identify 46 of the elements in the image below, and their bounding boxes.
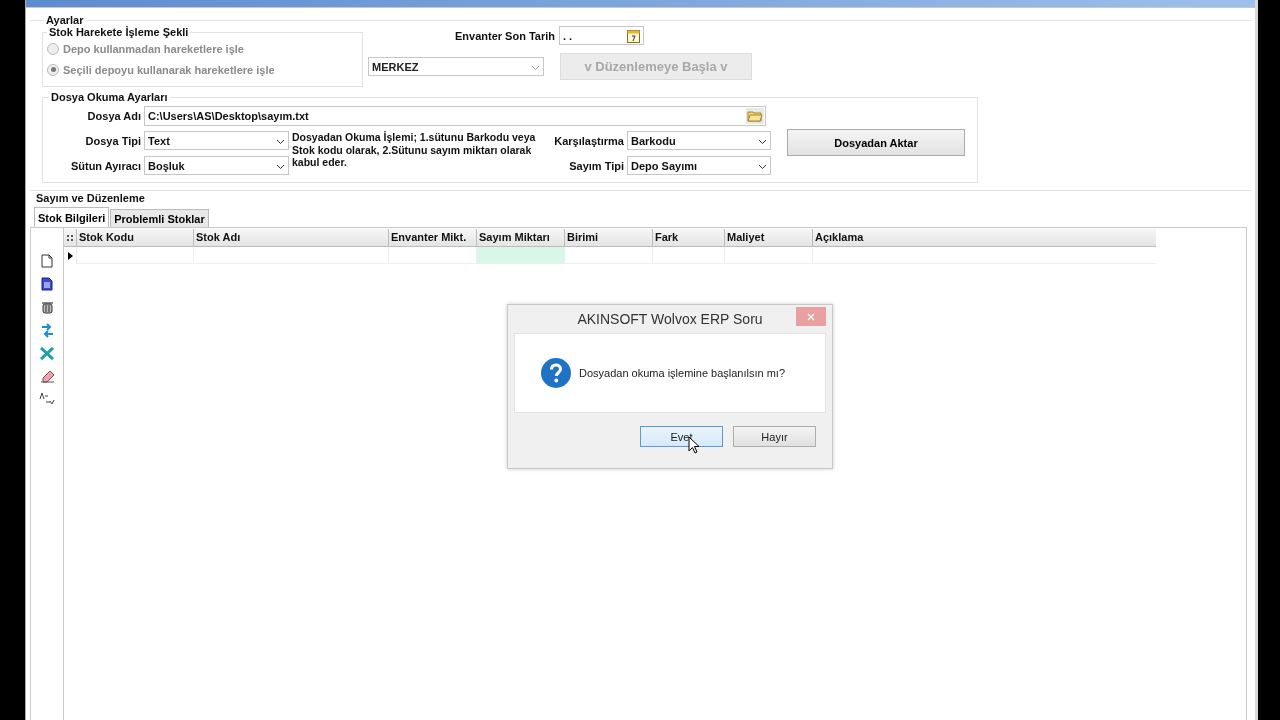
- dialog-button[interactable]: Hayır: [733, 426, 816, 447]
- info-text: Dosyadan Okuma İşlemi; 1.sütunu Barkodu veya Stok kodu olarak, 2.Sütunu sayım miktarı olarak kabul eder.: [292, 131, 537, 169]
- column-header[interactable]: Sayım Miktarı: [476, 229, 564, 246]
- tab[interactable]: Problemli Stoklar: [110, 209, 209, 227]
- dialog-message: Dosyadan okuma işlemine başlanılsın mı?: [579, 367, 786, 379]
- cross-icon[interactable]: [40, 347, 54, 360]
- file-type-select[interactable]: Text: [144, 131, 289, 150]
- section-title: Ayarlar: [45, 14, 85, 26]
- swap-arrows-icon[interactable]: [40, 323, 54, 338]
- date-field[interactable]: . .: [559, 26, 644, 45]
- column-header[interactable]: Açıklama: [812, 229, 1156, 246]
- trash-icon[interactable]: [40, 300, 54, 314]
- field-label: Envanter Son Tarih: [454, 29, 555, 42]
- caret-icon[interactable]: [276, 138, 285, 145]
- field-label: Sütun Ayıracı: [69, 159, 141, 172]
- tab[interactable]: Stok Bilgileri: [34, 207, 110, 227]
- new-document-icon[interactable]: [41, 254, 53, 268]
- text-style-icon[interactable]: [39, 392, 55, 405]
- field-label: Karşılaştırma: [553, 134, 624, 147]
- dialog-button[interactable]: Evet: [640, 426, 723, 447]
- folder-icon[interactable]: [746, 107, 764, 124]
- field-label: Dosya Adı: [86, 109, 141, 122]
- document-icon[interactable]: [41, 277, 53, 291]
- caret-icon[interactable]: [758, 163, 767, 170]
- column-header[interactable]: Envanter Mikt.: [388, 229, 476, 246]
- count-type-select[interactable]: Depo Sayımı: [627, 156, 771, 175]
- eraser-icon[interactable]: [39, 369, 55, 383]
- section-title: Sayım ve Düzenleme: [35, 191, 146, 205]
- column-header[interactable]: Stok Adı: [193, 229, 388, 246]
- group-title: Stok Harekete İşleme Şekli: [48, 26, 190, 38]
- dialog-title: AKINSOFT Wolvox ERP Soru: [577, 311, 763, 327]
- calendar-icon[interactable]: [627, 28, 640, 43]
- file-path-field[interactable]: C:\Users\AS\Desktop\sayım.txt: [144, 105, 766, 126]
- column-header[interactable]: Maliyet: [724, 229, 812, 246]
- caret-icon[interactable]: [276, 163, 285, 170]
- column-header[interactable]: Stok Kodu: [76, 229, 193, 246]
- column-header[interactable]: Birimi: [564, 229, 652, 246]
- comparison-select[interactable]: Barkodu: [627, 131, 771, 150]
- column-header[interactable]: Fark: [652, 229, 724, 246]
- import-button[interactable]: Dosyadan Aktar: [787, 129, 965, 156]
- field-label: Sayım Tipi: [568, 159, 624, 172]
- caret-icon[interactable]: [758, 138, 767, 145]
- separator-select[interactable]: Boşluk: [144, 156, 289, 175]
- question-icon: [541, 358, 571, 388]
- group-title: Dosya Okuma Ayarları: [50, 91, 169, 103]
- field-label: Dosya Tipi: [84, 134, 141, 147]
